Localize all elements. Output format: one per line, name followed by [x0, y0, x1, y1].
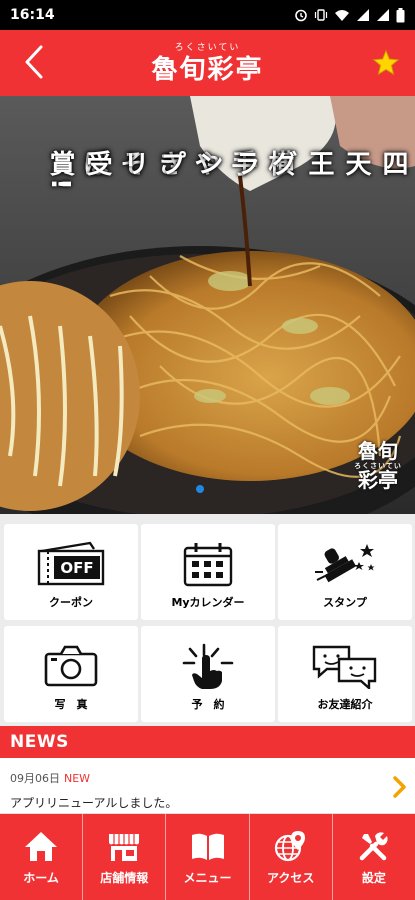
camera-icon	[44, 645, 98, 687]
chevron-right-icon	[393, 776, 406, 798]
status-time: 16:14	[10, 7, 55, 23]
book-icon	[191, 833, 224, 860]
chevron-left-icon	[25, 45, 43, 79]
logo-ruby: ろくさいてい	[174, 42, 241, 53]
store-icon	[109, 833, 140, 861]
coupon-icon: OFF	[37, 541, 105, 586]
alarm-icon	[295, 9, 307, 22]
tab-settings[interactable]: 設定	[333, 814, 415, 900]
calendar-label: Myカレンダー	[171, 596, 245, 609]
star-icon	[372, 49, 400, 76]
battery-icon	[396, 7, 405, 22]
status-icons	[294, 7, 405, 23]
stamp-icon	[315, 544, 375, 583]
favorite-button[interactable]	[369, 46, 403, 80]
stamp-tile[interactable]: スタンプ	[278, 524, 412, 620]
photo-tile[interactable]: 写 真	[4, 626, 138, 722]
signal-icon	[357, 9, 369, 21]
friend-referral-label: お友達紹介	[317, 698, 373, 711]
hero-caption-line-2: 四天王グランプリ受賞!	[45, 150, 408, 192]
coupon-label: クーポン	[49, 596, 93, 609]
news-new-badge: NEW	[64, 772, 91, 785]
calendar-tile[interactable]: Myカレンダー	[141, 524, 275, 620]
stamp-label: スタンプ	[323, 596, 367, 609]
coupon-tile[interactable]: OFF クーポン	[4, 524, 138, 620]
wifi-icon	[335, 10, 349, 21]
app-header: ろくさいてい 魯旬彩亭	[0, 30, 415, 96]
chat-bubbles-icon	[312, 645, 377, 689]
tools-icon	[359, 831, 388, 860]
menu-grid: OFF クーポン Myカレンダー スタンプ 写 真 予 約 お友達紹介	[0, 514, 415, 726]
app-logo: ろくさいてい 魯旬彩亭	[151, 42, 264, 85]
carousel-dot[interactable]	[196, 485, 204, 493]
news-header: NEWS	[0, 726, 415, 758]
coupon-off-badge: OFF	[60, 559, 93, 577]
tab-home-label: ホーム	[23, 870, 59, 885]
tab-store-info[interactable]: 店舗情報	[83, 814, 167, 900]
tab-menu[interactable]: メニュー	[166, 814, 250, 900]
hero-logo-line-1: 魯旬	[358, 439, 398, 463]
hero-logo: 魯旬 ろくさいてい 彩亭	[353, 441, 403, 490]
calendar-icon	[183, 543, 233, 587]
news-text: アプリリニューアルしました。	[10, 796, 178, 810]
bottom-tab-bar: ホーム 店舗情報 メニュー アクセス 設定	[0, 814, 415, 900]
globe-pin-icon	[274, 830, 305, 861]
tap-hand-icon	[182, 643, 234, 689]
tab-menu-label: メニュー	[183, 870, 232, 885]
tab-access[interactable]: アクセス	[250, 814, 333, 900]
status-bar: 16:14	[0, 0, 415, 30]
reservation-label: 予 約	[191, 698, 225, 711]
logo-text: 魯旬彩亭	[151, 54, 264, 85]
signal-icon	[377, 9, 389, 21]
tab-access-label: アクセス	[267, 870, 315, 885]
reservation-tile[interactable]: 予 約	[141, 626, 275, 722]
news-date: 09月06日	[10, 772, 60, 785]
photo-label: 写 真	[54, 698, 88, 711]
tab-home[interactable]: ホーム	[0, 814, 84, 900]
vibrate-icon	[314, 9, 328, 21]
home-icon	[25, 831, 58, 861]
hero-banner[interactable]: 横手やきそば 四天王グランプリ受賞! 魯旬 ろくさいてい 彩亭	[0, 96, 415, 514]
friend-referral-tile[interactable]: お友達紹介	[278, 626, 412, 722]
hero-logo-line-2: 彩亭	[358, 468, 398, 492]
tab-store-info-label: 店舗情報	[100, 870, 149, 885]
news-date-row: 09月06日 NEW	[10, 770, 90, 786]
back-button[interactable]	[16, 42, 52, 82]
news-item[interactable]: 09月06日 NEW アプリリニューアルしました。	[0, 758, 415, 814]
tab-settings-label: 設定	[361, 870, 386, 885]
